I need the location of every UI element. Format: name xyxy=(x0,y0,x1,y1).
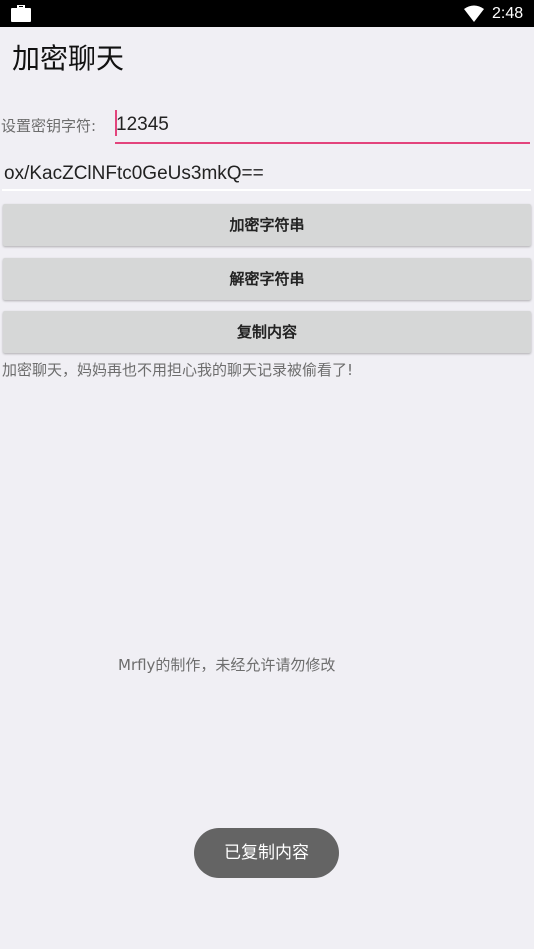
text-caret xyxy=(115,110,117,136)
briefcase-icon xyxy=(11,4,31,22)
cipher-text-input[interactable] xyxy=(2,158,531,191)
key-label: 设置密钥字符: xyxy=(1,117,97,135)
wifi-icon xyxy=(464,5,484,22)
slogan-text: 加密聊天，妈妈再也不用担心我的聊天记录被偷看了! xyxy=(2,361,354,379)
copy-button[interactable]: 复制内容 xyxy=(3,311,531,353)
status-bar: 2:48 xyxy=(0,0,534,27)
status-time: 2:48 xyxy=(492,5,524,22)
encrypt-button[interactable]: 加密字符串 xyxy=(3,204,531,246)
key-input[interactable] xyxy=(115,108,530,144)
copied-toast: 已复制内容 xyxy=(194,828,339,878)
app-title: 加密聊天 xyxy=(12,42,125,75)
decrypt-button[interactable]: 解密字符串 xyxy=(3,258,531,300)
credit-text: Mrfly的制作，未经允许请勿修改 xyxy=(118,656,336,674)
